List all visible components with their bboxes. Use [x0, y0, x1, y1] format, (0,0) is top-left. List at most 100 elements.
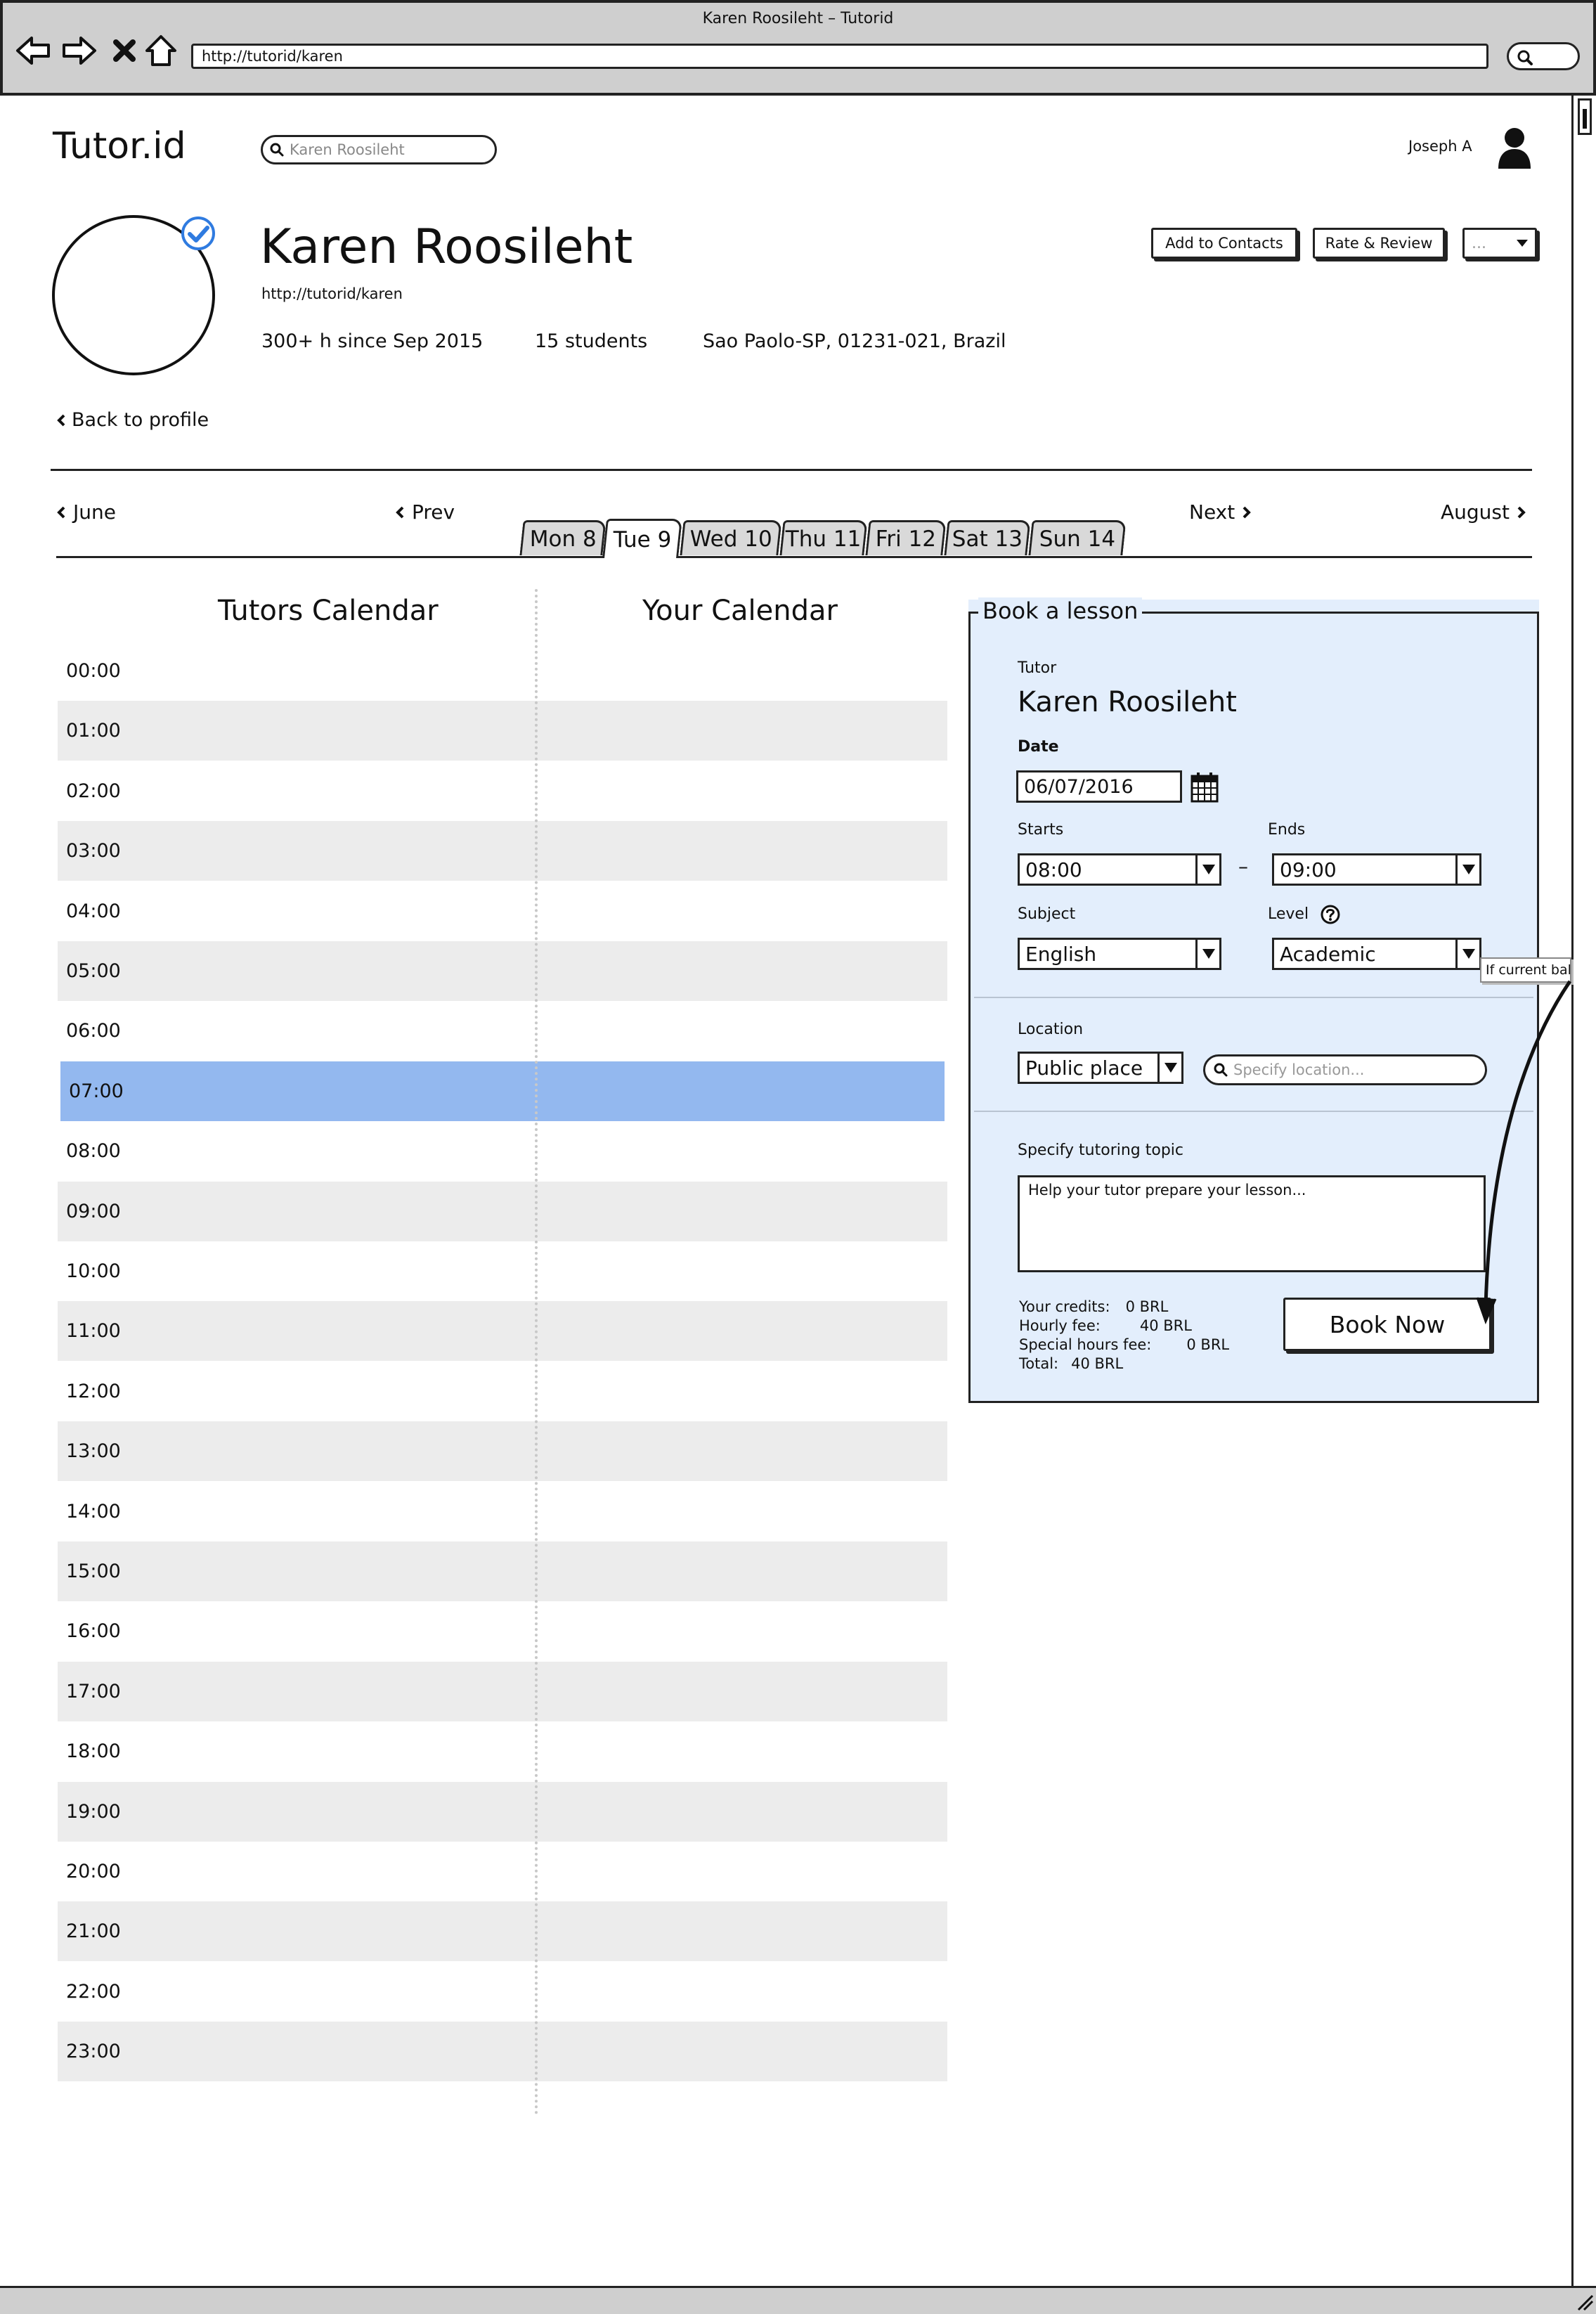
hourly-fee-value: 40 BRL: [1139, 1317, 1192, 1334]
hour-row[interactable]: 18:00: [58, 1721, 947, 1781]
special-fee-label: Special hours fee:: [1019, 1336, 1152, 1353]
tab-mon-8[interactable]: Mon 8: [519, 520, 606, 555]
search-icon: [1214, 1063, 1228, 1077]
prev-week-link[interactable]: Prev: [395, 500, 455, 524]
hour-row[interactable]: 02:00: [58, 761, 947, 821]
chevron-right-icon: [1243, 506, 1252, 518]
tab-wed-10[interactable]: Wed 10: [680, 520, 782, 555]
tutor-label: Tutor: [1018, 659, 1057, 677]
scroll-thumb[interactable]: [1578, 98, 1592, 135]
date-label: Date: [1018, 738, 1059, 756]
location-search-input[interactable]: Specify location...: [1203, 1054, 1487, 1085]
hour-row[interactable]: 21:00: [58, 1901, 947, 1961]
prev-month-label: June: [73, 500, 116, 524]
help-icon[interactable]: [1320, 904, 1341, 925]
location-label: Location: [1018, 1021, 1084, 1038]
location-select[interactable]: Public place: [1018, 1052, 1183, 1084]
dropdown-arrow-icon: [1455, 855, 1479, 884]
starts-label: Starts: [1018, 821, 1064, 839]
hour-row[interactable]: 22:00: [58, 1962, 947, 2022]
hour-row[interactable]: 12:00: [58, 1362, 947, 1421]
user-icon[interactable]: [1497, 127, 1532, 170]
rate-review-button[interactable]: Rate & Review: [1313, 228, 1445, 259]
hour-row[interactable]: 15:00: [58, 1541, 947, 1601]
starts-select[interactable]: 08:00: [1018, 853, 1221, 886]
horizontal-scrollbar[interactable]: [0, 2286, 1596, 2314]
subject-value: English: [1025, 942, 1097, 966]
hour-row[interactable]: 00:00: [58, 641, 947, 701]
hour-label: 20:00: [66, 1861, 121, 1882]
tab-tue-9[interactable]: Tue 9: [602, 519, 682, 558]
tab-label: Wed 10: [689, 526, 772, 552]
hour-row[interactable]: 14:00: [58, 1482, 947, 1541]
hour-row[interactable]: 11:00: [58, 1301, 947, 1361]
profile-url[interactable]: http://tutorid/karen: [261, 285, 403, 302]
hour-label: 18:00: [66, 1740, 121, 1762]
tab-fri-12[interactable]: Fri 12: [865, 520, 947, 555]
url-bar[interactable]: http://tutorid/karen: [191, 44, 1488, 69]
hour-label: 16:00: [66, 1620, 121, 1642]
chevron-left-icon: [57, 506, 65, 518]
subject-select[interactable]: English: [1018, 938, 1221, 970]
topic-textarea[interactable]: Help your tutor prepare your lesson...: [1018, 1175, 1486, 1272]
hour-label: 04:00: [66, 900, 121, 922]
profile-hours: 300+ h since Sep 2015: [261, 330, 484, 352]
add-to-contacts-button[interactable]: Add to Contacts: [1151, 228, 1297, 259]
tab-sun-14[interactable]: Sun 14: [1028, 520, 1127, 555]
book-now-button[interactable]: Book Now: [1283, 1298, 1491, 1351]
dropdown-arrow-icon: [1195, 940, 1219, 968]
ends-label: Ends: [1268, 821, 1306, 839]
prev-month-link[interactable]: June: [56, 500, 116, 524]
hour-row[interactable]: 09:00: [58, 1182, 947, 1241]
next-month-link[interactable]: August: [1441, 500, 1526, 524]
location-placeholder: Specify location...: [1233, 1061, 1365, 1078]
tab-label: Thu 11: [786, 526, 862, 552]
home-icon[interactable]: [141, 31, 181, 70]
back-arrow-icon[interactable]: [13, 31, 53, 70]
next-week-link[interactable]: Next: [1189, 500, 1252, 524]
back-to-profile-link[interactable]: Back to profile: [56, 409, 209, 431]
tab-sat-13[interactable]: Sat 13: [944, 520, 1031, 555]
hour-row[interactable]: 10:00: [58, 1241, 947, 1301]
date-input[interactable]: 06/07/2016: [1016, 770, 1182, 803]
tab-thu-11[interactable]: Thu 11: [779, 520, 868, 555]
site-search-input[interactable]: Karen Roosileht: [261, 135, 497, 164]
site-search-value: Karen Roosileht: [290, 141, 405, 158]
ends-select[interactable]: 09:00: [1272, 853, 1481, 886]
hour-row[interactable]: 01:00: [58, 701, 947, 761]
special-fee-value: 0 BRL: [1186, 1336, 1230, 1353]
hour-row[interactable]: 19:00: [58, 1782, 947, 1842]
hour-row[interactable]: 13:00: [58, 1421, 947, 1481]
subject-label: Subject: [1018, 905, 1076, 923]
hour-row[interactable]: 06:00: [58, 1001, 947, 1061]
hour-row[interactable]: 20:00: [58, 1842, 947, 1901]
section-separator: [974, 1111, 1533, 1112]
hour-row[interactable]: 16:00: [58, 1601, 947, 1661]
hour-label: 06:00: [66, 1020, 121, 1042]
forward-arrow-icon[interactable]: [59, 31, 100, 70]
hour-row[interactable]: 05:00: [58, 941, 947, 1001]
tutor-name: Karen Roosileht: [1018, 686, 1237, 718]
more-actions-dropdown[interactable]: ...: [1462, 228, 1537, 259]
hour-label: 13:00: [66, 1440, 121, 1462]
hour-row[interactable]: 17:00: [58, 1662, 947, 1721]
profile-name: Karen Roosileht: [260, 219, 633, 275]
search-icon: [1517, 50, 1533, 65]
browser-search-field[interactable]: [1507, 42, 1580, 70]
tutors-calendar-title: Tutors Calendar: [218, 595, 439, 627]
vertical-scrollbar[interactable]: [1571, 96, 1596, 2286]
hour-row[interactable]: 03:00: [58, 821, 947, 881]
chevron-left-icon: [396, 506, 404, 518]
stop-icon[interactable]: [104, 31, 145, 70]
hour-row[interactable]: 07:00: [60, 1061, 945, 1121]
site-logo[interactable]: Tutor.id: [53, 125, 186, 167]
hour-row[interactable]: 04:00: [58, 881, 947, 941]
hour-row[interactable]: 08:00: [58, 1121, 947, 1181]
user-name[interactable]: Joseph A: [1408, 138, 1472, 155]
calendar-icon[interactable]: [1190, 772, 1219, 803]
resize-grip-icon[interactable]: [1574, 2292, 1594, 2311]
hour-row[interactable]: 23:00: [58, 2022, 947, 2081]
level-select[interactable]: Academic: [1272, 938, 1481, 970]
total-label: Total:: [1019, 1355, 1059, 1372]
hour-label: 22:00: [66, 1981, 121, 2003]
